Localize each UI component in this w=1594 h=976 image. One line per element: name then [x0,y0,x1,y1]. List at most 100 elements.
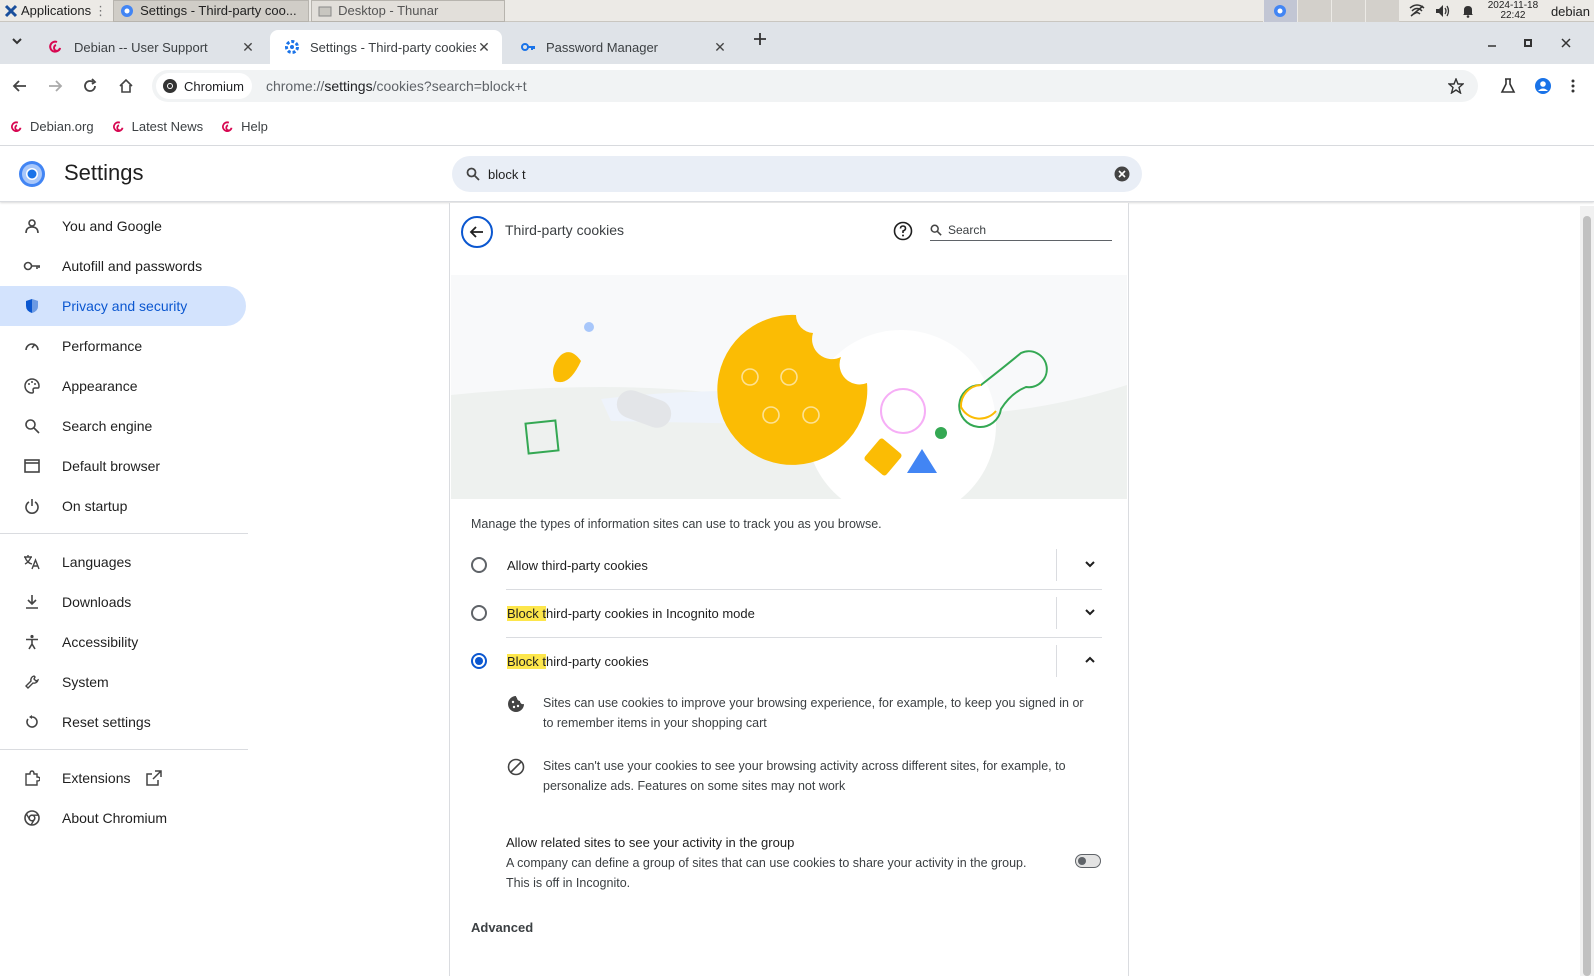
workspace-2[interactable] [1296,0,1331,22]
maximize-button[interactable] [1522,36,1534,52]
scrollbar-thumb[interactable] [1583,216,1591,976]
subpage-back-button[interactable] [461,216,493,248]
workspace-3[interactable] [1330,0,1365,22]
sidebar-item-about-chromium[interactable]: About Chromium [0,798,248,838]
option-allow-third-party[interactable]: Allow third-party cookies [471,541,1111,589]
sidebar-item-extensions[interactable]: Extensions [0,758,248,798]
close-icon[interactable]: ✕ [240,39,256,55]
home-icon [119,78,133,93]
bookmark-debian-org[interactable]: Debian.org [10,119,94,134]
profile-button[interactable] [1535,78,1551,97]
tab-debian-user-support[interactable]: Debian -- User Support ✕ [34,30,266,64]
expand-button[interactable] [1083,557,1097,574]
tab-password-manager[interactable]: Password Manager ✕ [506,30,738,64]
debian-swirl-icon [49,40,61,53]
sidebar-item-languages[interactable]: Languages [0,542,248,582]
option-label: Block third-party cookies [507,653,649,669]
tab-settings-cookies[interactable]: Settings - Third-party cookies ✕ [270,30,502,64]
home-button[interactable] [116,76,136,96]
page-title: Settings [64,160,144,185]
help-icon [893,221,913,241]
sidebar-item-label: Default browser [62,458,161,474]
minimize-button[interactable] [1486,36,1498,52]
sidebar-item-privacy[interactable]: Privacy and security [0,286,246,326]
user-menu[interactable]: debian [1551,4,1594,19]
sidebar-item-downloads[interactable]: Downloads [0,582,248,622]
labs-button[interactable] [1500,78,1516,97]
chevron-down-icon [1085,561,1095,568]
clear-search-button[interactable] [1114,166,1130,185]
sidebar-item-label: Languages [62,554,132,570]
url-text[interactable]: chrome://settings/cookies?search=block+t [266,78,527,94]
sidebar-item-reset-settings[interactable]: Reset settings [0,702,248,742]
sidebar-item-label: Reset settings [62,714,151,730]
more-vert-icon [1571,79,1575,93]
volume-icon[interactable] [1435,4,1451,18]
taskbar-window-settings[interactable]: Settings - Third-party coo... [113,0,310,22]
network-icon[interactable] [1409,4,1425,18]
intro-text: Manage the types of information sites ca… [471,517,882,531]
sidebar-item-accessibility[interactable]: Accessibility [0,622,248,662]
flask-icon [1500,78,1516,93]
taskbar-window-thunar[interactable]: Desktop - Thunar [311,0,506,22]
arrow-left-icon [12,80,26,92]
window-close-button[interactable] [1560,36,1572,52]
option-block-third-party[interactable]: Block third-party cookies [471,637,1111,685]
settings-search-input[interactable]: block t [452,156,1142,192]
cookie-illustration-icon [451,314,1127,499]
close-icon[interactable]: ✕ [476,39,492,55]
bookmark-latest-news[interactable]: Latest News [112,119,203,134]
applications-menu[interactable]: Applications ⋮ [0,0,111,22]
notification-bell-icon[interactable] [1461,4,1475,18]
sidebar-item-autofill[interactable]: Autofill and passwords [0,246,248,286]
related-sites-toggle[interactable] [1075,854,1101,868]
sidebar-item-appearance[interactable]: Appearance [0,366,248,406]
forward-button[interactable] [45,76,65,96]
reset-icon [22,712,42,732]
sidebar-divider [0,749,248,750]
page-scrollbar[interactable] [1580,206,1594,976]
radio-allow-third-party[interactable] [471,557,487,573]
browser-menu-button[interactable] [1570,78,1576,97]
debian-swirl-icon [112,120,123,132]
radio-block-third-party[interactable] [471,653,487,669]
sidebar-item-you-and-google[interactable]: You and Google [0,206,248,246]
chromium-icon [163,79,177,93]
subpage-search-input[interactable]: Search [930,219,1112,241]
sidebar-item-label: System [62,674,109,690]
workspace-1[interactable] [1262,0,1297,22]
reload-button[interactable] [80,76,100,96]
search-icon [22,416,42,436]
back-button[interactable] [10,76,30,96]
address-bar[interactable]: Chromium chrome://settings/cookies?searc… [152,70,1478,102]
key-icon [521,43,535,51]
debian-swirl-icon [11,120,22,132]
new-tab-button[interactable] [753,32,767,51]
sidebar-item-label: About Chromium [62,810,168,826]
sidebar-item-system[interactable]: System [0,662,248,702]
third-party-cookies-panel: Third-party cookies Search Manage the ty… [449,203,1129,976]
search-icon [930,224,942,236]
sidebar-item-on-startup[interactable]: On startup [0,486,248,526]
detail-text: Sites can use cookies to improve your br… [543,696,1084,730]
help-button[interactable] [893,221,913,244]
site-info-chip[interactable]: Chromium [156,73,252,99]
option-block-incognito[interactable]: Block third-party cookies in Incognito m… [471,589,1111,637]
clock[interactable]: 2024-11-18 22:42 [1485,1,1541,21]
settings-sidebar: You and Google Autofill and passwords Pr… [0,206,248,838]
radio-block-incognito[interactable] [471,605,487,621]
tab-search-button[interactable] [10,34,24,53]
sidebar-item-search-engine[interactable]: Search engine [0,406,248,446]
close-icon[interactable]: ✕ [712,39,728,55]
chip-label: Chromium [184,78,244,94]
bookmark-help[interactable]: Help [221,119,268,134]
expand-button[interactable] [1083,605,1097,622]
browser-window-icon [22,456,42,476]
cookie-icon [507,695,527,733]
puzzle-icon [22,768,42,788]
sidebar-item-performance[interactable]: Performance [0,326,248,366]
sidebar-item-default-browser[interactable]: Default browser [0,446,248,486]
workspace-4[interactable] [1364,0,1399,22]
bookmark-star-button[interactable] [1447,77,1465,97]
collapse-button[interactable] [1083,653,1097,670]
